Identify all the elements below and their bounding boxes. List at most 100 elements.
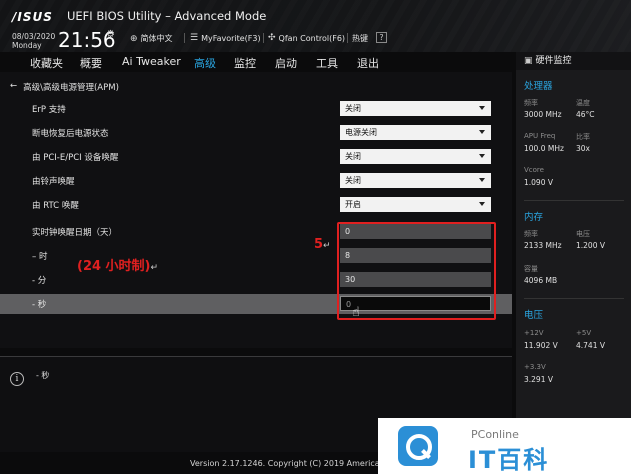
annotation-value: 5: [314, 237, 324, 252]
cpu-heading: 处理器: [524, 81, 553, 92]
breadcrumb-text: 高级\高级电源管理(APM): [23, 83, 119, 93]
hardware-monitor-panel: ▣ 硬件监控 处理器 频率 温度 3000 MHz 46°C APU Freq 比…: [516, 52, 631, 452]
tab-tool[interactable]: 工具: [316, 55, 338, 71]
version-text: Version 2.17.1246. Copyright (C) 2019 Am…: [190, 459, 385, 468]
separator: [263, 33, 264, 43]
chevron-down-icon: [479, 106, 485, 110]
setting-label: 由铃声唤醒: [32, 177, 75, 187]
chevron-down-icon: [479, 178, 485, 182]
setting-label: – 时: [32, 252, 48, 262]
divider: [524, 200, 624, 201]
gear-icon[interactable]: ⚙: [106, 29, 115, 40]
hand-cursor-icon: ☝: [352, 305, 360, 320]
rtc-wake-dropdown[interactable]: 开启: [340, 197, 491, 212]
setting-row-pcie-wake[interactable]: 由 PCI-E/PCI 设备唤醒 关闭: [0, 147, 512, 167]
mem-volt-label: 电压: [576, 230, 590, 238]
breadcrumb[interactable]: ← 高级\高级电源管理(APM): [10, 81, 119, 93]
chevron-down-icon: [479, 154, 485, 158]
dropdown-value: 电源关闭: [345, 128, 377, 137]
setting-label: ErP 支持: [32, 105, 66, 115]
tab-monitor[interactable]: 监控: [234, 55, 256, 71]
hardware-monitor-title: ▣ 硬件监控: [516, 52, 631, 70]
qfan-control-button[interactable]: ✣ Qfan Control(F6): [268, 33, 345, 43]
pcie-wake-dropdown[interactable]: 关闭: [340, 149, 491, 164]
setting-label: 断电恢复后电源状态: [32, 129, 109, 139]
window-title: UEFI BIOS Utility – Advanced Mode: [67, 9, 267, 23]
date-display: 08/03/2020 Monday: [12, 32, 55, 50]
setting-label: 由 PCI-E/PCI 设备唤醒: [32, 153, 119, 163]
annotation-24h: (24 小时制)↵: [77, 255, 158, 274]
setting-row-ac-power-loss[interactable]: 断电恢复后电源状态 电源关闭: [0, 123, 512, 143]
setting-label: - 秒: [32, 300, 47, 310]
watermark: PConline IT百科: [378, 418, 631, 474]
brand-logo: /ISUS: [12, 10, 53, 24]
myfavorite-button[interactable]: ☰ MyFavorite(F3): [190, 33, 261, 43]
mem-freq-value: 2133 MHz: [524, 241, 562, 250]
v33-label: +3.3V: [524, 363, 546, 371]
watermark-title: IT百科: [468, 446, 550, 474]
apu-freq-value: 100.0 MHz: [524, 144, 564, 153]
setting-row-ring-wake[interactable]: 由铃声唤醒 关闭: [0, 171, 512, 191]
star-list-icon: ☰: [190, 33, 199, 43]
highlight-box: [337, 222, 496, 320]
globe-icon: ⊕: [130, 33, 138, 44]
language-label: 简体中文: [140, 34, 173, 43]
mem-freq-label: 频率: [524, 230, 538, 238]
ratio-label: 比率: [576, 133, 590, 141]
setting-label: - 分: [32, 276, 47, 286]
info-icon: i: [10, 372, 24, 386]
main-menu-tabs: 收藏夹 概要 Ai Tweaker 高级 监控 启动 工具 退出: [0, 52, 516, 74]
annotation-text: (24 小时制): [77, 259, 151, 274]
tab-favorites[interactable]: 收藏夹: [30, 55, 63, 71]
setting-row-erp[interactable]: ErP 支持 关闭: [0, 99, 512, 119]
ac-power-loss-dropdown[interactable]: 电源关闭: [340, 125, 491, 140]
tab-ai-tweaker[interactable]: Ai Tweaker: [122, 55, 181, 68]
fan-icon: ✣: [268, 33, 276, 43]
setting-row-rtc-wake[interactable]: 由 RTC 唤醒 开启: [0, 195, 512, 215]
help-text: - 秒: [36, 371, 50, 380]
mem-volt-value: 1.200 V: [576, 241, 605, 250]
v5-label: +5V: [576, 329, 592, 337]
separator: [184, 33, 185, 43]
qfan-label: Qfan Control(F6): [278, 33, 346, 43]
v12-value: 11.902 V: [524, 341, 558, 350]
header-bar: /ISUS UEFI BIOS Utility – Advanced Mode …: [0, 0, 631, 52]
hotkeys-label: 热键: [352, 34, 368, 43]
chevron-down-icon: [479, 130, 485, 134]
dropdown-value: 开启: [345, 200, 361, 209]
myfavorite-label: MyFavorite(F3): [201, 33, 261, 43]
tab-main[interactable]: 概要: [80, 55, 102, 71]
ratio-value: 30x: [576, 144, 590, 153]
back-arrow-icon[interactable]: ←: [10, 81, 17, 93]
annotation-number: 5↵: [314, 237, 331, 252]
tab-advanced[interactable]: 高级: [192, 55, 218, 74]
language-button[interactable]: ⊕ 简体中文: [130, 33, 173, 44]
cpu-freq-value: 3000 MHz: [524, 110, 562, 119]
vcore-value: 1.090 V: [524, 178, 553, 187]
monitor-icon: ▣: [524, 56, 533, 66]
erp-dropdown[interactable]: 关闭: [340, 101, 491, 116]
hardware-monitor-label: 硬件监控: [535, 56, 572, 66]
cpu-temp-value: 46°C: [576, 110, 595, 119]
memory-heading: 内存: [524, 212, 544, 223]
v5-value: 4.741 V: [576, 341, 605, 350]
date-text: 08/03/2020: [12, 32, 56, 41]
voltage-heading: 电压: [524, 310, 544, 321]
setting-label: 实时钟唤醒日期（天）: [32, 228, 118, 238]
ring-wake-dropdown[interactable]: 关闭: [340, 173, 491, 188]
hotkeys-button[interactable]: 热键: [352, 33, 368, 44]
v33-value: 3.291 V: [524, 375, 553, 384]
separator: [347, 33, 348, 43]
hotkeys-help-icon[interactable]: ?: [376, 32, 387, 43]
tab-exit[interactable]: 退出: [357, 55, 379, 71]
cpu-freq-label: 频率: [524, 99, 538, 107]
vcore-label: Vcore: [524, 166, 544, 174]
return-mark: ↵: [323, 241, 331, 251]
dropdown-value: 关闭: [345, 152, 361, 161]
cpu-temp-label: 温度: [576, 99, 590, 107]
dropdown-value: 关闭: [345, 104, 361, 113]
setting-label: 由 RTC 唤醒: [32, 201, 79, 211]
pconline-logo-icon: [398, 426, 438, 466]
tab-boot[interactable]: 启动: [275, 55, 297, 71]
weekday-text: Monday: [12, 41, 42, 50]
